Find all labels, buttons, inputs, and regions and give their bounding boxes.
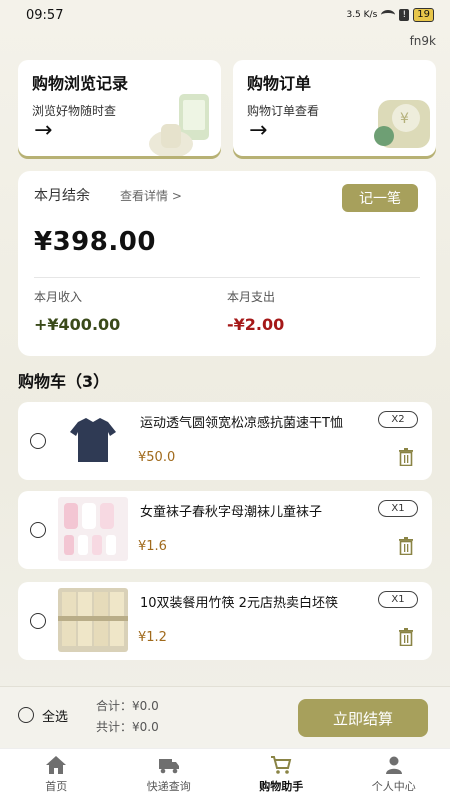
- tab-shopping-assistant[interactable]: 购物助手: [225, 749, 338, 800]
- alert-icon: !: [399, 9, 410, 21]
- monthly-balance-card: 本月结余 查看详情 > 记一笔 ¥398.00 本月收入 +¥400.00 本月…: [18, 171, 436, 356]
- product-image-tshirt: [58, 408, 128, 472]
- status-bar: 09:57 3.5 K/s ! 19: [0, 0, 450, 30]
- checkout-button[interactable]: 立即结算: [298, 699, 428, 737]
- divider: [34, 277, 420, 278]
- tab-label: 快递查询: [146, 780, 191, 793]
- arrow-right-icon: →: [34, 118, 53, 143]
- item-name: 运动透气圆领宽松凉感抗菌速干T恤: [140, 416, 343, 431]
- cart-icon: [271, 756, 292, 774]
- quick-cards: 购物浏览记录 浏览好物随时查 → 购物订单 购物订单查看 → ¥: [18, 60, 436, 156]
- cart-item[interactable]: 运动透气圆领宽松凉感抗菌速干T恤 X2 ¥50.0: [18, 402, 432, 480]
- balance-amount: ¥398.00: [34, 227, 156, 257]
- balance-title: 本月结余: [34, 188, 90, 204]
- expense-label: 本月支出: [227, 290, 276, 304]
- item-select-radio[interactable]: [30, 522, 46, 538]
- truck-icon: [158, 759, 179, 774]
- item-select-radio[interactable]: [30, 613, 46, 629]
- status-icons: 3.5 K/s ! 19: [346, 8, 434, 22]
- select-all-label[interactable]: 全选: [42, 706, 68, 725]
- person-icon: [385, 756, 402, 774]
- total-amount: 合计：¥0.0: [96, 699, 159, 713]
- home-icon: [46, 756, 67, 774]
- cart-title: 购物车（3）: [18, 372, 110, 391]
- income-label: 本月收入: [34, 290, 83, 304]
- tab-express[interactable]: 快递查询: [113, 749, 226, 800]
- tab-label: 首页: [45, 780, 68, 793]
- tab-label: 购物助手: [259, 780, 304, 793]
- wallet-illustration-icon: ¥: [374, 100, 430, 148]
- expense-value: -¥2.00: [227, 315, 285, 334]
- income-value: +¥400.00: [34, 315, 121, 334]
- battery-icon: 19: [413, 8, 434, 22]
- trash-icon[interactable]: [398, 628, 414, 646]
- quantity-badge: X1: [378, 500, 418, 517]
- item-select-radio[interactable]: [30, 433, 46, 449]
- item-name: 女童袜子春秋字母潮袜儿童袜子: [140, 505, 323, 520]
- network-speed: 3.5 K/s: [346, 10, 378, 20]
- trash-icon[interactable]: [398, 448, 414, 466]
- product-image-socks: [58, 497, 128, 561]
- cart-item[interactable]: 10双装餐用竹筷 2元店热卖白坯筷 X1 ¥1.2: [18, 582, 432, 660]
- product-image-chopsticks: [58, 588, 128, 652]
- item-name: 10双装餐用竹筷 2元店热卖白坯筷: [140, 596, 338, 611]
- orders-card[interactable]: 购物订单 购物订单查看 → ¥: [233, 60, 436, 156]
- quantity-badge: X2: [378, 411, 418, 428]
- item-price: ¥1.2: [138, 630, 167, 645]
- total-count: 共计：¥0.0: [96, 720, 159, 734]
- status-time: 09:57: [26, 7, 64, 23]
- trash-icon[interactable]: [398, 537, 414, 555]
- svg-text:¥: ¥: [400, 111, 409, 127]
- tab-label: 个人中心: [371, 780, 416, 793]
- phone-illustration-icon: [149, 94, 209, 156]
- checkout-bar: 全选 合计：¥0.0 共计：¥0.0 立即结算: [0, 686, 450, 748]
- view-details-link[interactable]: 查看详情 >: [120, 187, 182, 204]
- browse-history-card[interactable]: 购物浏览记录 浏览好物随时查 →: [18, 60, 221, 156]
- record-button[interactable]: 记一笔: [342, 184, 418, 212]
- tab-bar: 首页 快递查询 购物助手 个人中心: [0, 748, 450, 800]
- quantity-badge: X1: [378, 591, 418, 608]
- cart-item[interactable]: 女童袜子春秋字母潮袜儿童袜子 X1 ¥1.6: [18, 491, 432, 569]
- tab-profile[interactable]: 个人中心: [338, 749, 450, 800]
- select-all-radio[interactable]: [18, 707, 34, 723]
- tab-home[interactable]: 首页: [0, 749, 113, 800]
- user-id: fn9k: [409, 34, 436, 48]
- wifi-icon: [381, 10, 396, 20]
- item-price: ¥1.6: [138, 539, 167, 554]
- arrow-right-icon: →: [249, 118, 268, 143]
- item-price: ¥50.0: [138, 450, 176, 465]
